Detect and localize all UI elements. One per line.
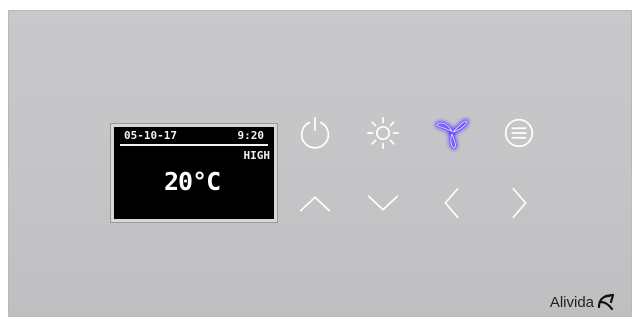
display-status-bar: 05-10-17 9:20	[120, 129, 268, 143]
lcd-display: 05-10-17 9:20 HIGH 20°C	[111, 124, 277, 222]
brand-name: Alivida	[549, 293, 594, 311]
chevron-left-icon	[444, 187, 459, 219]
left-button[interactable]	[431, 182, 473, 224]
down-button[interactable]	[362, 182, 404, 224]
control-panel: 05-10-17 9:20 HIGH 20°C Alivida	[8, 10, 632, 317]
display-time: 9:20	[237, 129, 265, 142]
right-button[interactable]	[498, 182, 540, 224]
light-button[interactable]	[362, 112, 404, 154]
chevron-up-icon	[299, 196, 331, 212]
fan-button[interactable]	[431, 112, 473, 154]
chevron-down-icon	[367, 195, 399, 211]
display-temperature: 20°C	[164, 167, 221, 196]
sun-icon	[366, 116, 400, 150]
display-date: 05-10-17	[124, 129, 177, 142]
power-button[interactable]	[294, 112, 336, 154]
chevron-right-icon	[512, 187, 527, 219]
display-divider	[120, 144, 268, 146]
brand-fan-mark-icon	[597, 293, 615, 311]
menu-button[interactable]	[498, 112, 540, 154]
fan-icon	[435, 119, 469, 150]
power-icon	[300, 116, 330, 149]
brand-logo: Alivida	[550, 293, 616, 311]
up-button[interactable]	[294, 182, 336, 224]
menu-icon	[504, 118, 534, 148]
display-fan-mode: HIGH	[243, 149, 271, 162]
